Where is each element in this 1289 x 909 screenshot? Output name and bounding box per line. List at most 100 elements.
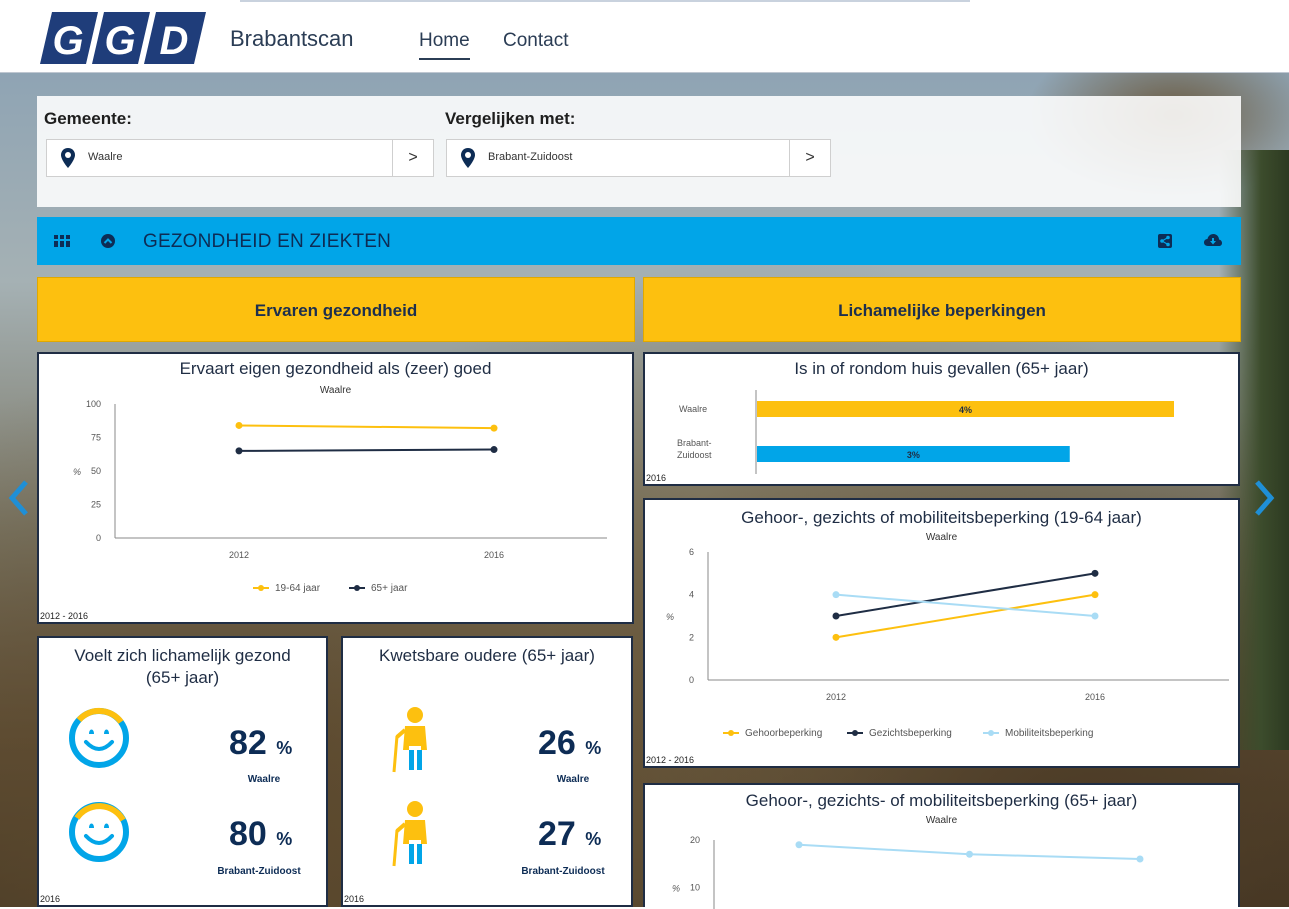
card-ervaart-gezondheid[interactable]: Ervaart eigen gezondheid als (zeer) goed… (37, 352, 634, 624)
stat-unit: % (585, 738, 602, 758)
stat-label-brabant: Brabant-Zuidoost (521, 866, 605, 877)
card-kwetsbare-oudere[interactable]: Kwetsbare oudere (65+ jaar) 26 % Waalre … (341, 636, 633, 907)
section-bar: GEZONDHEID EN ZIEKTEN (37, 217, 1241, 265)
stat-value-waalre: 26 % (538, 724, 601, 763)
y-axis-label: % (672, 884, 680, 894)
data-point (832, 591, 840, 599)
legend-swatch-marker (354, 585, 360, 591)
line-chart-ervaart: 0 25 50 75 100% 2012 2016 19-64 jaar 65+ jaar (73, 399, 607, 594)
data-point (235, 447, 243, 455)
svg-text:D: D (160, 19, 189, 63)
data-point (1136, 855, 1144, 863)
series-line (238, 448, 495, 452)
cloud-download-icon[interactable] (1204, 233, 1222, 249)
legend-swatch-marker (728, 730, 734, 736)
card-period: 2012 - 2016 (40, 611, 89, 621)
map-pin-icon (61, 148, 75, 168)
legend-label: 65+ jaar (371, 583, 408, 594)
stat-number: 26 (538, 724, 576, 762)
stat-value-waalre: 82 % (229, 724, 292, 763)
stat-value-brabant: 27 % (538, 815, 601, 854)
data-point (1091, 591, 1099, 599)
elderly-person-icon (392, 707, 427, 773)
gemeente-next-button[interactable]: > (392, 140, 433, 176)
bar-data-label: 4% (959, 405, 972, 415)
stat-number: 82 (229, 724, 267, 762)
category-label: Waalre (679, 404, 707, 414)
y-axis-label: % (73, 467, 81, 477)
y-tick-label: 25 (91, 500, 101, 510)
stat-value-brabant: 80 % (229, 815, 292, 854)
share-icon[interactable] (1156, 233, 1174, 249)
card-period: 2016 (646, 473, 667, 483)
carousel-prev-icon[interactable] (8, 478, 30, 518)
y-tick-label: 4 (689, 590, 694, 600)
y-tick-label: 2 (689, 632, 694, 642)
carousel-next-icon[interactable] (1253, 478, 1275, 518)
series-line (835, 593, 1096, 617)
stat-label-brabant: Brabant-Zuidoost (217, 866, 301, 877)
data-point (1091, 569, 1099, 577)
y-tick-label: 50 (91, 466, 101, 476)
gemeente-label: Gemeente: (44, 109, 132, 128)
stat-unit: % (585, 829, 602, 849)
stat-label-waalre: Waalre (556, 774, 590, 785)
data-point (832, 612, 840, 620)
data-point (235, 421, 243, 429)
legend-swatch-marker (258, 585, 264, 591)
y-tick-label: 0 (96, 533, 101, 543)
card-voelt-gezond[interactable]: Voelt zich lichamelijk gezond (65+ jaar)… (37, 636, 328, 907)
stat-label-waalre: Waalre (247, 774, 281, 785)
category-ervaren-gezondheid: Ervaren gezondheid (37, 277, 635, 342)
section-title: GEZONDHEID EN ZIEKTEN (143, 231, 392, 252)
vergelijken-label: Vergelijken met: (445, 109, 576, 128)
data-point (966, 850, 973, 858)
series-line (238, 424, 495, 430)
series-line (835, 593, 1096, 639)
y-tick-label: 10 (690, 883, 700, 893)
card-title-line2: (65+ jaar) (145, 668, 220, 687)
card-period: 2012 - 2016 (646, 755, 695, 765)
gemeente-value: Waalre (88, 151, 123, 163)
card-beperking-65plus[interactable]: Gehoor-, gezichts- of mobiliteitsbeperki… (643, 783, 1240, 909)
y-axis-label: % (666, 612, 674, 622)
data-point (1091, 612, 1099, 620)
y-tick-label: 6 (689, 547, 694, 557)
category-label: Zuidoost (677, 450, 712, 460)
line-chart-beperking-65plus: 10 20% (672, 835, 1144, 909)
smiley-icon (69, 802, 129, 862)
vergelijken-value: Brabant-Zuidoost (488, 151, 573, 163)
chevron-up-circle-icon[interactable] (99, 233, 117, 249)
card-beperking-19-64[interactable]: Gehoor-, gezichts of mobiliteitsbeperkin… (643, 498, 1240, 768)
card-title-line1: Voelt zich lichamelijk gezond (74, 646, 291, 665)
legend-label: Gezichtsbeperking (869, 728, 952, 739)
y-tick-label: 75 (91, 433, 101, 443)
header-divider (240, 0, 970, 2)
y-tick-label: 20 (690, 835, 700, 845)
card-title: Kwetsbare oudere (65+ jaar) (379, 646, 595, 665)
vergelijken-select[interactable]: Brabant-Zuidoost > (446, 139, 831, 177)
svg-text:G: G (104, 19, 135, 63)
stat-number: 27 (538, 815, 576, 853)
card-gevallen[interactable]: Is in of rondom huis gevallen (65+ jaar)… (643, 352, 1240, 486)
stat-unit: % (276, 738, 293, 758)
data-point (832, 633, 840, 641)
category-label: Brabant- (677, 438, 712, 448)
map-pin-icon (461, 148, 475, 168)
bar-data-label: 3% (907, 450, 920, 460)
gemeente-select[interactable]: Waalre > (46, 139, 434, 177)
grid-icon[interactable] (53, 233, 71, 249)
bar-chart-gevallen: 4% Waalre 3% Brabant- Zuidoost (677, 390, 1174, 474)
stat-number: 80 (229, 815, 267, 853)
stat-unit: % (276, 829, 293, 849)
selection-panel: Gemeente: Waalre > Vergelijken met: Brab… (37, 96, 1241, 207)
data-point (490, 424, 498, 432)
legend-swatch-marker (852, 730, 858, 736)
ggd-logo[interactable]: G G D (38, 10, 208, 66)
legend-label: 19-64 jaar (275, 583, 321, 594)
nav-home-link[interactable]: Home (419, 30, 470, 60)
vergelijken-next-button[interactable]: > (789, 140, 830, 176)
nav-contact-link[interactable]: Contact (503, 30, 568, 52)
y-tick-label: 0 (689, 675, 694, 685)
line-chart-beperking-19-64: 0 2 4 6% 2012 2016 Gehoorbeperking Gezichtsbepe… (666, 547, 1229, 739)
